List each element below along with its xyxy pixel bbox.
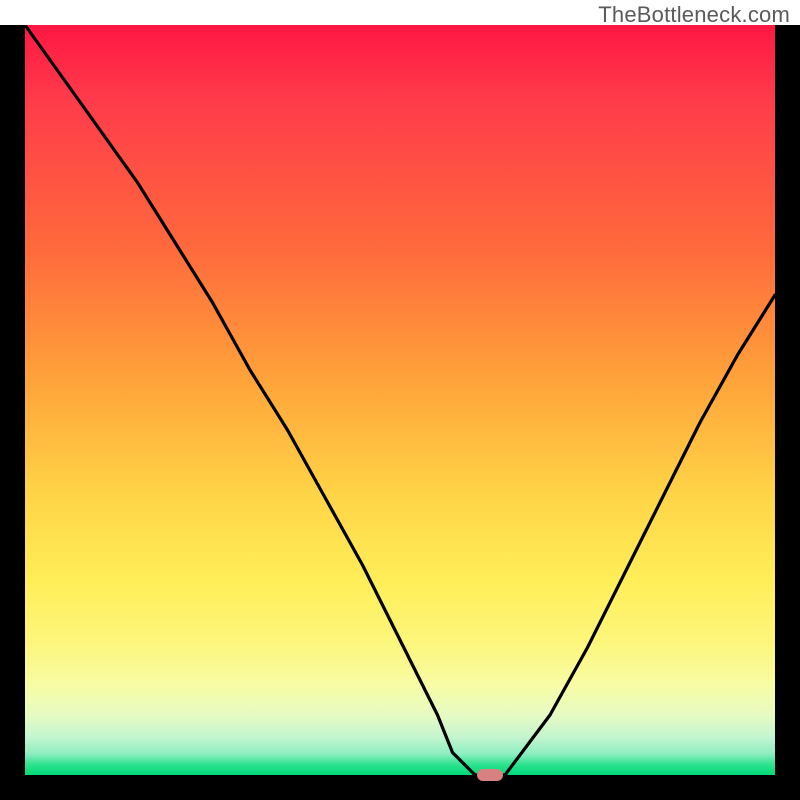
plot-area [25,25,775,775]
chart-frame [0,25,800,800]
bottleneck-curve [25,25,775,775]
watermark: TheBottleneck.com [598,2,790,28]
optimal-point-marker [477,769,503,781]
